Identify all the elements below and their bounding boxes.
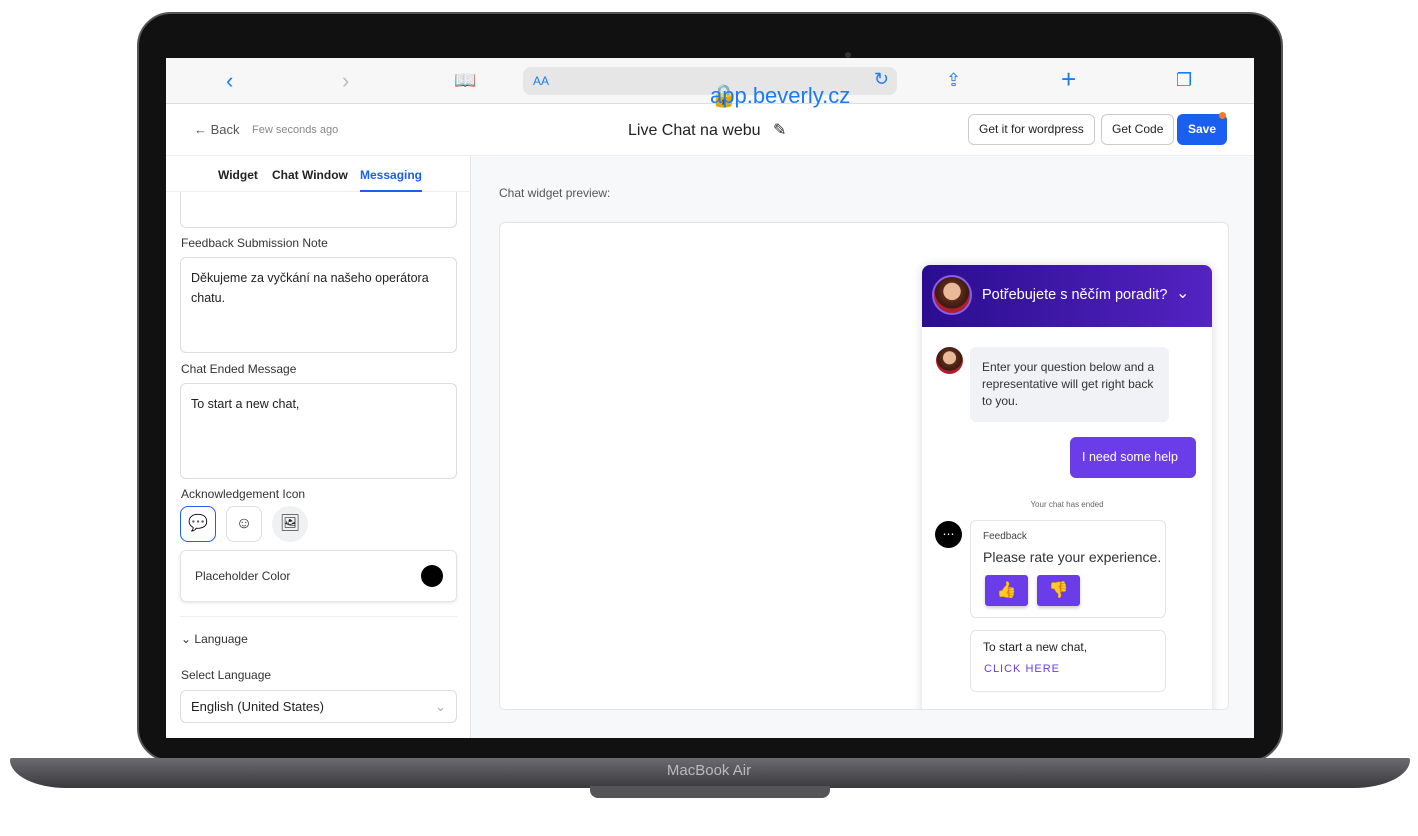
language-section-toggle[interactable]: ⌄ Language — [181, 632, 248, 646]
user-message: I need some help — [1070, 437, 1196, 478]
feedback-prompt: Please rate your experience. — [983, 549, 1162, 565]
wordpress-button[interactable]: Get it for wordpress — [968, 114, 1095, 145]
preview-label: Chat widget preview: — [499, 186, 611, 200]
chat-window: Potřebujete s něčím poradit? ⌄ Enter you… — [922, 265, 1212, 709]
tab-widget[interactable]: Widget — [218, 168, 258, 182]
back-button[interactable]: ← Back — [194, 122, 240, 137]
agent-avatar — [936, 347, 963, 374]
forward-icon[interactable]: › — [342, 68, 349, 94]
page-title: Live Chat na webu ✎ — [628, 122, 787, 139]
agent-avatar — [932, 275, 972, 315]
feedback-title: Feedback — [983, 531, 1027, 542]
placeholder-color-row: Placeholder Color — [180, 550, 457, 602]
chat-smile-icon[interactable]: ☺ — [226, 506, 262, 542]
tabs-icon[interactable]: ❐ — [1176, 70, 1192, 91]
new-tab-icon[interactable]: + — [1061, 64, 1076, 95]
chat-ended-card: To start a new chat, CLICK HERE — [970, 630, 1166, 692]
image-add-icon[interactable]: 🖼 — [272, 506, 308, 542]
color-swatch[interactable] — [421, 565, 443, 587]
address-bar[interactable]: AA 🔒 app.beverly.cz ↻ — [523, 67, 897, 108]
back-icon[interactable]: ‹ — [226, 68, 233, 94]
unsaved-indicator — [1219, 112, 1226, 119]
chat-header: Potřebujete s něčím poradit? ⌄ — [922, 265, 1212, 327]
laptop-brand: MacBook Air — [666, 762, 752, 779]
feedback-note-textarea[interactable]: Děkujeme za vyčkání na našeho operátora … — [180, 257, 457, 353]
bot-message: Enter your question below and a represen… — [970, 347, 1169, 422]
chat-ended-textarea[interactable]: To start a new chat, — [180, 383, 457, 479]
saved-status: Few seconds ago — [252, 124, 339, 136]
preview-pane: Potřebujete s něčím poradit? ⌄ Enter you… — [499, 222, 1229, 710]
chevron-down-icon: ⌄ — [435, 699, 446, 714]
feedback-note-label: Feedback Submission Note — [181, 236, 328, 250]
feedback-card: Feedback Please rate your experience. 👍 … — [970, 520, 1166, 618]
end-message: To start a new chat, — [983, 640, 1088, 654]
settings-panel: Widget Chat Window Messaging Feedback Su… — [166, 156, 471, 738]
thumbs-down-icon[interactable]: 👎 — [1037, 575, 1080, 606]
save-button[interactable]: Save — [1177, 114, 1227, 145]
placeholder-color-label: Placeholder Color — [195, 569, 291, 583]
share-icon[interactable]: ⇪ — [946, 70, 961, 91]
tab-chat-window[interactable]: Chat Window — [272, 168, 348, 182]
chat-dots-icon: ⋯ — [935, 521, 962, 548]
click-here-link[interactable]: CLICK HERE — [984, 663, 1060, 675]
screen: ‹ › 📖 AA 🔒 app.beverly.cz ↻ ⇪ + ❐ ← Back… — [166, 58, 1254, 738]
chat-header-title: Potřebujete s něčím poradit? — [982, 287, 1168, 303]
preview-area: Chat widget preview: Potřebujete s něčím… — [471, 156, 1254, 738]
select-language-label: Select Language — [181, 668, 272, 682]
get-code-button[interactable]: Get Code — [1101, 114, 1175, 145]
chat-ended-label: Chat Ended Message — [181, 362, 297, 376]
chat-ended-notice: Your chat has ended — [1030, 500, 1104, 509]
chevron-down-icon[interactable]: ⌄ — [1176, 283, 1189, 303]
browser-toolbar: ‹ › 📖 AA 🔒 app.beverly.cz ↻ ⇪ + ❐ — [166, 58, 1254, 108]
text-size-button[interactable]: AA — [533, 74, 549, 88]
bookmarks-icon[interactable]: 📖 — [454, 70, 476, 91]
app-header: ← Back Few seconds ago Live Chat na webu… — [166, 104, 1254, 156]
edit-icon[interactable]: ✎ — [773, 122, 786, 139]
thumbs-up-icon[interactable]: 👍 — [985, 575, 1028, 606]
reload-icon[interactable]: ↻ — [874, 69, 889, 90]
chat-dots-icon[interactable]: 💬 — [180, 506, 216, 542]
ack-icon-label: Acknowledgement Icon — [181, 487, 306, 501]
previous-textarea[interactable] — [180, 192, 457, 228]
language-select[interactable]: English (United States) ⌄ — [180, 690, 457, 723]
tab-messaging[interactable]: Messaging — [360, 168, 423, 192]
